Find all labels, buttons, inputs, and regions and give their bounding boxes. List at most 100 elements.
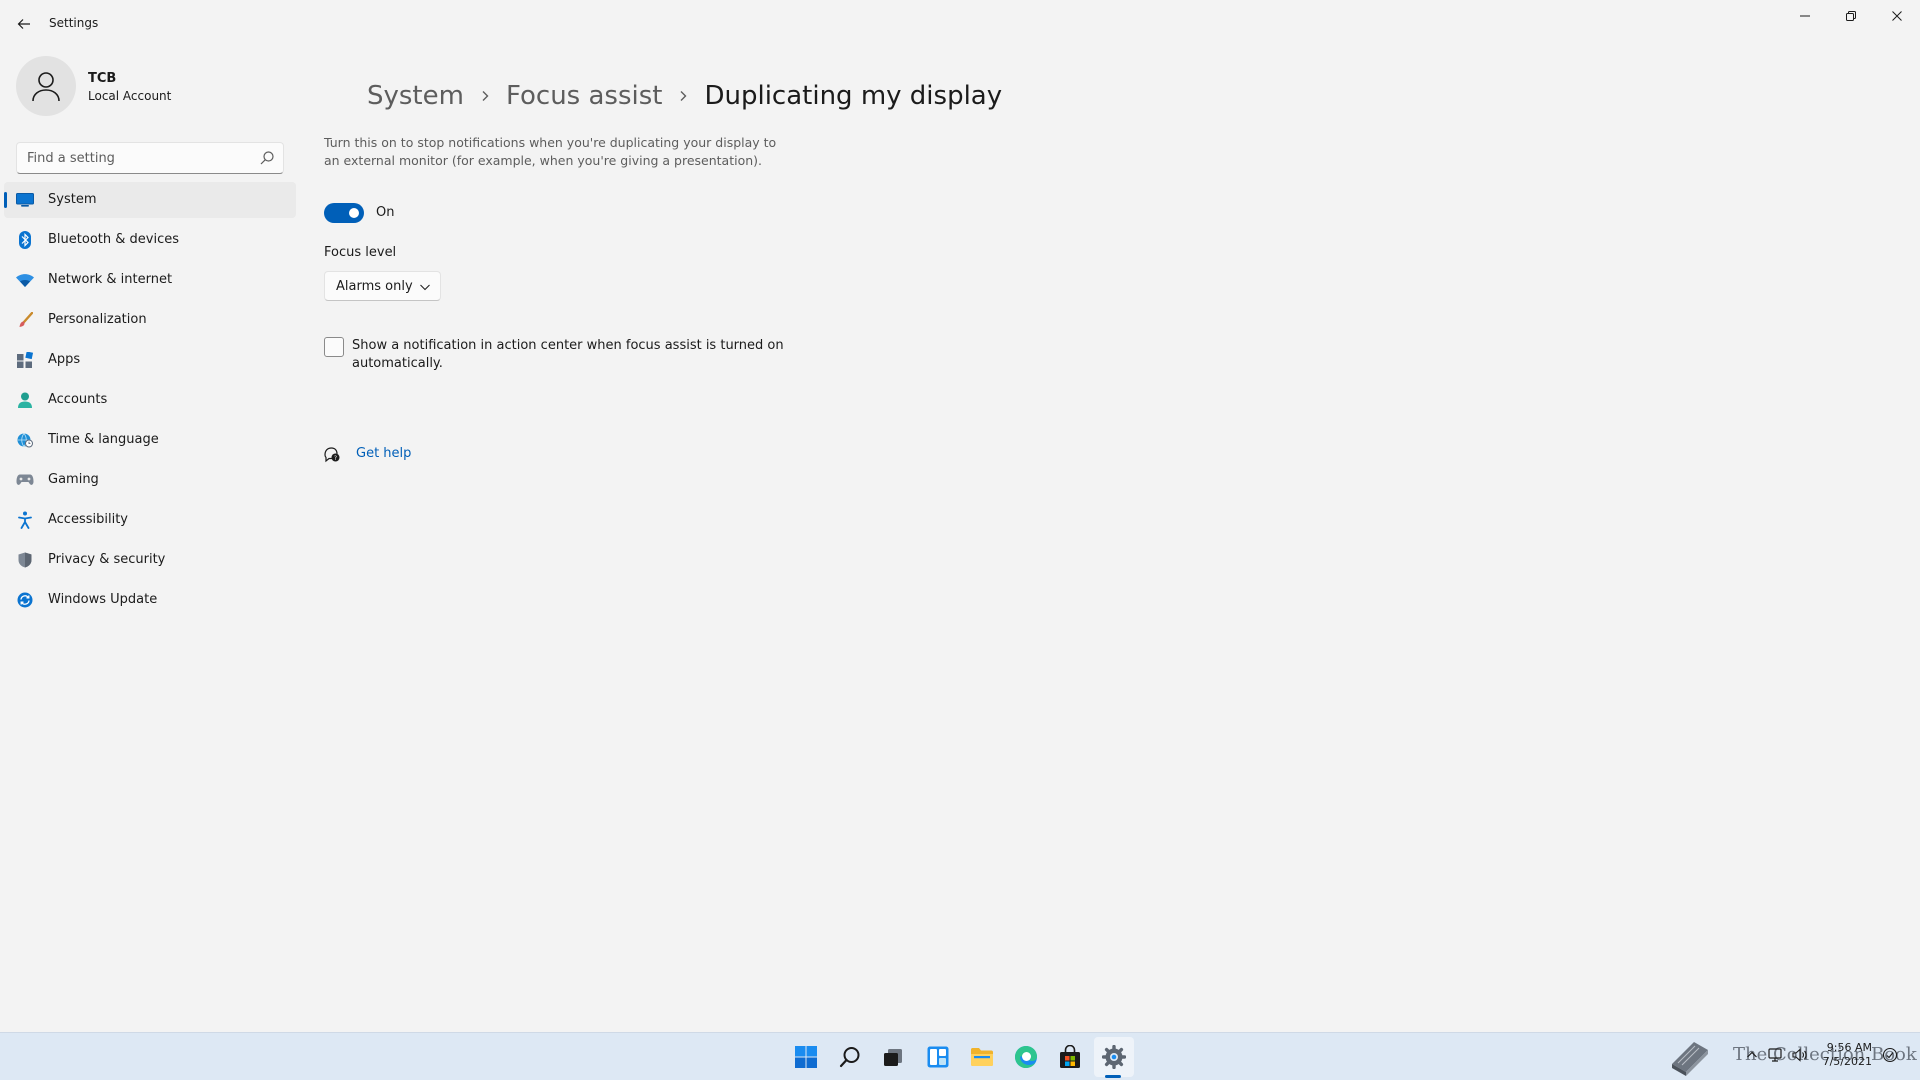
taskbar [0, 1032, 1920, 1080]
widgets-button[interactable] [918, 1037, 958, 1077]
file-explorer-button[interactable] [962, 1037, 1002, 1077]
edge-icon [1015, 1046, 1037, 1068]
update-icon [16, 591, 34, 609]
action-center-notification-checkbox[interactable] [324, 337, 344, 357]
sidebar-item-accessibility[interactable]: Accessibility [4, 502, 296, 538]
restore-icon [1846, 11, 1856, 21]
microsoft-store-button[interactable] [1050, 1037, 1090, 1077]
task-view-icon [884, 1049, 902, 1066]
gear-icon [1102, 1045, 1126, 1069]
profile-account-type: Local Account [88, 89, 172, 103]
globe-clock-icon [16, 431, 34, 449]
network-monitor-icon [1768, 1048, 1782, 1062]
search-icon [839, 1047, 860, 1068]
sidebar-item-personalization[interactable]: Personalization [4, 302, 296, 338]
system-icon [16, 191, 34, 209]
sidebar-item-label: Accounts [48, 392, 108, 407]
sidebar-item-label: Accessibility [48, 512, 128, 527]
edge-browser-button[interactable] [1006, 1037, 1046, 1077]
person-icon [32, 72, 60, 102]
brush-icon [16, 311, 34, 329]
sidebar-item-apps[interactable]: Apps [4, 342, 296, 378]
avatar [16, 56, 76, 116]
clock-date: 7/5/2021 [1822, 1055, 1872, 1068]
sidebar-nav: System Bluetooth & devices Network & int… [4, 182, 296, 622]
network-tray-button[interactable] [1768, 1047, 1784, 1063]
store-icon [1060, 1045, 1080, 1068]
apps-icon [16, 351, 34, 369]
minimize-button[interactable] [1782, 0, 1828, 32]
sidebar-item-label: Gaming [48, 472, 99, 487]
breadcrumb-focus-assist[interactable]: Focus assist [506, 81, 663, 111]
gamepad-icon [16, 471, 34, 489]
focus-level-label: Focus level [324, 245, 397, 260]
setting-description: Turn this on to stop notifications when … [324, 135, 777, 168]
breadcrumb: System Focus assist Duplicating my displ… [367, 76, 1002, 116]
search-icon[interactable] [259, 150, 275, 166]
sidebar-item-label: Privacy & security [48, 552, 166, 567]
volume-tray-button[interactable] [1792, 1047, 1808, 1063]
close-icon [1892, 11, 1902, 21]
toggle-state-label: On [376, 205, 395, 220]
clock-time: 9:56 AM [1826, 1041, 1872, 1054]
sidebar-item-label: Personalization [48, 312, 147, 327]
network-icon [16, 271, 34, 289]
tray-overflow-button[interactable] [1744, 1047, 1760, 1063]
focus-level-dropdown[interactable]: Alarms only [324, 271, 441, 301]
book-watermark-icon [1672, 1042, 1708, 1076]
app-title: Settings [49, 16, 99, 30]
toggle-knob [349, 208, 359, 218]
back-button[interactable] [10, 10, 38, 38]
user-profile[interactable]: TCB Local Account [16, 56, 276, 120]
breadcrumb-system[interactable]: System [367, 81, 464, 111]
get-help-link[interactable]: Get help [356, 446, 411, 461]
active-app-indicator [1105, 1075, 1121, 1078]
accessibility-icon [16, 511, 34, 529]
search-input[interactable] [17, 143, 253, 173]
bluetooth-icon [16, 231, 34, 249]
focus-level-value: Alarms only [336, 279, 413, 294]
sidebar-item-windows-update[interactable]: Windows Update [4, 582, 296, 618]
chevron-right-icon [464, 76, 506, 116]
sidebar-item-system[interactable]: System [4, 182, 296, 218]
speaker-icon [1792, 1048, 1807, 1062]
sidebar-item-accounts[interactable]: Accounts [4, 382, 296, 418]
get-help-icon: ? [324, 447, 340, 463]
restore-button[interactable] [1828, 0, 1874, 32]
shield-icon [16, 551, 34, 569]
notification-icon[interactable] [1882, 1047, 1898, 1063]
svg-text:?: ? [334, 455, 337, 462]
back-arrow-icon [17, 19, 30, 29]
sidebar-item-time-language[interactable]: Time & language [4, 422, 296, 458]
page-title: Duplicating my display [704, 81, 1003, 111]
profile-name: TCB [88, 71, 117, 86]
settings-taskbar-button[interactable] [1094, 1037, 1134, 1077]
widgets-icon [927, 1046, 949, 1068]
chevron-down-icon [420, 284, 430, 291]
taskbar-clock[interactable]: 9:56 AM 7/5/2021 [1816, 1041, 1872, 1069]
start-button[interactable] [786, 1037, 826, 1077]
sidebar-item-label: Time & language [48, 432, 159, 447]
task-view-button[interactable] [873, 1037, 913, 1077]
folder-icon [971, 1048, 993, 1066]
sidebar-item-label: Bluetooth & devices [48, 232, 179, 247]
sidebar-item-gaming[interactable]: Gaming [4, 462, 296, 498]
person-icon [16, 391, 34, 409]
sidebar-item-label: Apps [48, 352, 81, 367]
search-box [16, 142, 284, 174]
chevron-up-icon [1747, 1051, 1757, 1058]
close-button[interactable] [1874, 0, 1920, 32]
sidebar-item-label: System [48, 192, 97, 207]
taskbar-search-button[interactable] [830, 1037, 870, 1077]
windows-start-icon [795, 1046, 817, 1068]
checkbox-label[interactable]: Show a notification in action center whe… [352, 337, 792, 373]
title-bar: Settings [0, 0, 1920, 48]
minimize-icon [1800, 15, 1810, 17]
sidebar-item-network[interactable]: Network & internet [4, 262, 296, 298]
sidebar-item-label: Network & internet [48, 272, 173, 287]
sidebar-item-bluetooth[interactable]: Bluetooth & devices [4, 222, 296, 258]
sidebar-item-privacy-security[interactable]: Privacy & security [4, 542, 296, 578]
sidebar-item-label: Windows Update [48, 592, 158, 607]
chevron-right-icon [662, 76, 704, 116]
duplicating-display-toggle[interactable] [324, 203, 364, 223]
